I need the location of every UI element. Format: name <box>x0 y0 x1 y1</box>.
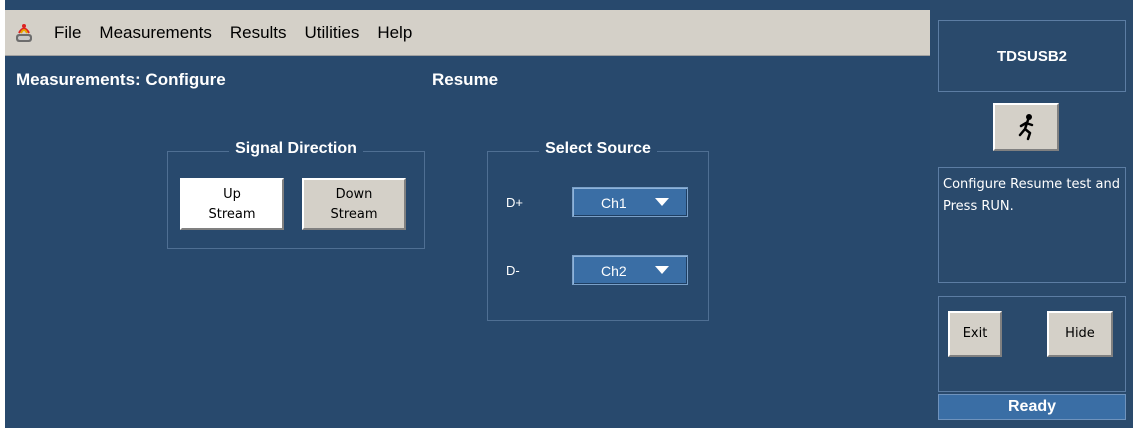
up-stream-button[interactable]: Up Stream <box>180 178 284 230</box>
hide-button[interactable]: Hide <box>1047 311 1113 357</box>
exit-button[interactable]: Exit <box>948 311 1002 357</box>
dminus-source-select[interactable]: Ch2 <box>572 255 688 285</box>
test-name: Resume <box>432 70 499 89</box>
menu-results[interactable]: Results <box>221 23 296 43</box>
menu-bar: File Measurements Results Utilities Help <box>5 10 930 56</box>
page-title: Measurements: Configure <box>16 70 226 89</box>
chevron-down-icon <box>655 198 669 206</box>
up-stream-label-line1: Up <box>223 187 241 202</box>
down-stream-label-line1: Down <box>335 187 373 202</box>
dplus-source-value: Ch1 <box>601 195 627 211</box>
dplus-label: D+ <box>506 195 523 210</box>
app-window: File Measurements Results Utilities Help… <box>0 0 1133 428</box>
chevron-down-icon <box>655 266 669 274</box>
dminus-source-value: Ch2 <box>601 263 627 279</box>
menu-measurements[interactable]: Measurements <box>90 23 220 43</box>
running-man-icon <box>1018 114 1034 141</box>
dplus-source-select[interactable]: Ch1 <box>572 187 688 217</box>
down-stream-label-line2: Stream <box>330 207 378 222</box>
menu-help[interactable]: Help <box>368 23 421 43</box>
status-bar: Ready <box>938 394 1126 420</box>
signal-direction-legend: Signal Direction <box>229 140 363 157</box>
menu-utilities[interactable]: Utilities <box>296 23 369 43</box>
up-stream-label-line2: Stream <box>208 207 256 222</box>
signal-direction-group: Signal Direction Up Stream Down Stream <box>167 140 425 249</box>
status-message: Configure Resume test and Press RUN. <box>938 167 1126 283</box>
menu-file[interactable]: File <box>45 23 90 43</box>
app-name-header: TDSUSB2 <box>938 20 1126 92</box>
run-button[interactable] <box>993 103 1059 151</box>
dminus-label: D- <box>506 263 520 278</box>
select-source-legend: Select Source <box>539 140 657 157</box>
main-panel <box>5 0 930 428</box>
down-stream-button[interactable]: Down Stream <box>302 178 406 230</box>
select-source-group: Select Source D+ Ch1 D- Ch2 <box>487 140 709 321</box>
app-logo-icon[interactable] <box>13 22 35 44</box>
